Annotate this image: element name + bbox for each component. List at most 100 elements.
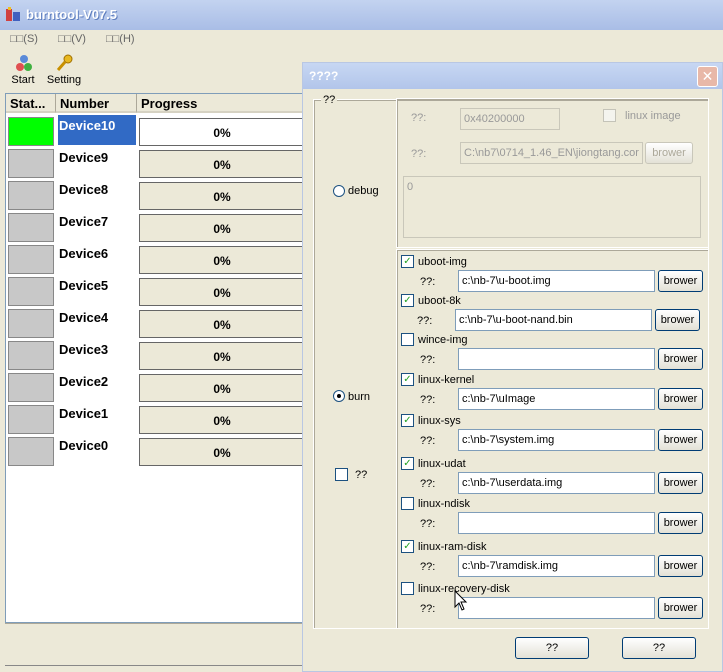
burn-item-path-input[interactable] <box>458 597 655 619</box>
start-icon <box>15 54 33 75</box>
menu-item-system[interactable]: □□(S) <box>10 33 38 45</box>
burn-item-path-label: ??: <box>420 561 436 573</box>
cancel-button[interactable]: ?? <box>622 637 696 659</box>
burn-item-path-input[interactable]: c:\nb-7\u-boot-nand.bin <box>455 309 652 331</box>
menu-item-help[interactable]: □□(H) <box>106 33 135 45</box>
settings-dialog: ???? ✕ ?? debug ??: 0x40200000 linux ima… <box>302 62 723 672</box>
burn-item-path-label: ??: <box>420 394 436 406</box>
device-name: Device6 <box>59 246 109 261</box>
burn-item-browse-button[interactable]: brower <box>658 597 703 619</box>
debug-radio[interactable] <box>333 185 345 197</box>
burn-item-path-label: ??: <box>420 603 436 615</box>
device-name: Device7 <box>59 214 109 229</box>
app-icon <box>5 7 21 23</box>
mode-group-label: ?? <box>321 94 338 106</box>
device-name: Device8 <box>59 182 109 197</box>
column-header-number[interactable]: Number <box>56 94 137 113</box>
burn-item-path-input[interactable] <box>458 348 655 370</box>
burn-item-label: linux-ndisk <box>418 498 470 510</box>
burn-item-checkbox[interactable]: ✓ <box>401 414 414 427</box>
burn-item-browse-button[interactable]: brower <box>658 555 703 577</box>
burn-radio[interactable] <box>333 390 345 402</box>
debug-path-input[interactable]: C:\nb7\0714_1.46_EN\jiongtang.cor <box>460 142 643 164</box>
linux-image-checkbox[interactable] <box>603 109 616 122</box>
progress-bar: 0% <box>139 406 305 434</box>
table-row[interactable]: Device3 0% <box>6 339 305 371</box>
debug-log-area[interactable]: 0 <box>403 176 701 238</box>
device-name: Device3 <box>59 342 109 357</box>
debug-browse-button[interactable]: brower <box>645 142 693 164</box>
burn-item-checkbox[interactable] <box>401 333 414 346</box>
dialog-titlebar: ???? <box>303 63 722 89</box>
burn-item-checkbox[interactable] <box>401 497 414 510</box>
burn-item-browse-button[interactable]: brower <box>655 309 700 331</box>
burn-item-path-label: ??: <box>420 478 436 490</box>
burn-item-path-label: ??: <box>420 518 436 530</box>
table-row[interactable]: Device5 0% <box>6 275 305 307</box>
column-header-progress[interactable]: Progress <box>137 94 303 113</box>
progress-bar: 0% <box>139 214 305 242</box>
device-name: Device9 <box>59 150 109 165</box>
ok-button[interactable]: ?? <box>515 637 589 659</box>
window-titlebar: burntool-V07.5 <box>0 0 723 30</box>
dialog-title: ???? <box>309 69 339 83</box>
start-label: Start <box>11 74 35 86</box>
burn-item-checkbox[interactable]: ✓ <box>401 294 414 307</box>
burn-item-path-label: ??: <box>417 315 433 327</box>
burn-item-path-input[interactable]: c:\nb-7\u-boot.img <box>458 270 655 292</box>
burn-item-path-input[interactable] <box>458 512 655 534</box>
burn-item-browse-button[interactable]: brower <box>658 388 703 410</box>
progress-bar: 0% <box>139 150 305 178</box>
status-bar <box>5 665 303 672</box>
burn-item-path-label: ??: <box>420 354 436 366</box>
address-input[interactable]: 0x40200000 <box>460 108 560 130</box>
burn-item-path-input[interactable]: c:\nb-7\uImage <box>458 388 655 410</box>
burn-item-label: linux-udat <box>418 458 466 470</box>
status-indicator <box>8 117 54 146</box>
table-row[interactable]: Device0 0% <box>6 435 305 467</box>
table-row[interactable]: Device8 0% <box>6 179 305 211</box>
start-button[interactable]: Start <box>3 52 43 90</box>
burn-item-path-input[interactable]: c:\nb-7\userdata.img <box>458 472 655 494</box>
extra-checkbox[interactable] <box>335 468 348 481</box>
address-label: ??: <box>411 112 427 124</box>
progress-bar: 0% <box>139 278 305 306</box>
table-row[interactable]: Device6 0% <box>6 243 305 275</box>
burn-item-path-input[interactable]: c:\nb-7\ramdisk.img <box>458 555 655 577</box>
table-row[interactable]: Device2 0% <box>6 371 305 403</box>
table-row[interactable]: Device10 0% <box>6 115 305 147</box>
extra-checkbox-label: ?? <box>355 469 368 481</box>
column-header-status[interactable]: Stat... <box>6 94 56 113</box>
burn-item-browse-button[interactable]: brower <box>658 348 703 370</box>
burn-item-path-label: ??: <box>420 276 436 288</box>
table-row[interactable]: Device9 0% <box>6 147 305 179</box>
debug-path-label: ??: <box>411 148 427 160</box>
progress-bar: 0% <box>139 118 305 146</box>
burn-item-checkbox[interactable]: ✓ <box>401 457 414 470</box>
burn-item-checkbox[interactable]: ✓ <box>401 540 414 553</box>
burn-item-label: wince-img <box>418 334 468 346</box>
burn-item-checkbox[interactable]: ✓ <box>401 255 414 268</box>
burn-item-browse-button[interactable]: brower <box>658 429 703 451</box>
burn-radio-label: burn <box>348 391 371 403</box>
progress-bar: 0% <box>139 246 305 274</box>
burn-item-browse-button[interactable]: brower <box>658 512 703 534</box>
setting-button[interactable]: Setting <box>44 52 84 90</box>
table-row[interactable]: Device1 0% <box>6 403 305 435</box>
device-name: Device5 <box>59 278 109 293</box>
burn-item-path-input[interactable]: c:\nb-7\system.img <box>458 429 655 451</box>
burn-item-checkbox[interactable] <box>401 582 414 595</box>
status-indicator <box>8 405 54 434</box>
progress-bar: 0% <box>139 310 305 338</box>
burn-item-browse-button[interactable]: brower <box>658 472 703 494</box>
close-icon[interactable]: ✕ <box>697 66 718 87</box>
burn-item-checkbox[interactable]: ✓ <box>401 373 414 386</box>
table-row[interactable]: Device4 0% <box>6 307 305 339</box>
burn-item-label: linux-kernel <box>418 374 475 386</box>
burn-item-label: uboot-img <box>418 256 467 268</box>
burn-item-browse-button[interactable]: brower <box>658 270 703 292</box>
setting-label: Setting <box>46 74 82 86</box>
table-row[interactable]: Device7 0% <box>6 211 305 243</box>
menu-item-view[interactable]: □□(V) <box>58 33 86 45</box>
device-list: Stat... Number Progress Device10 0% Device… <box>5 93 305 623</box>
